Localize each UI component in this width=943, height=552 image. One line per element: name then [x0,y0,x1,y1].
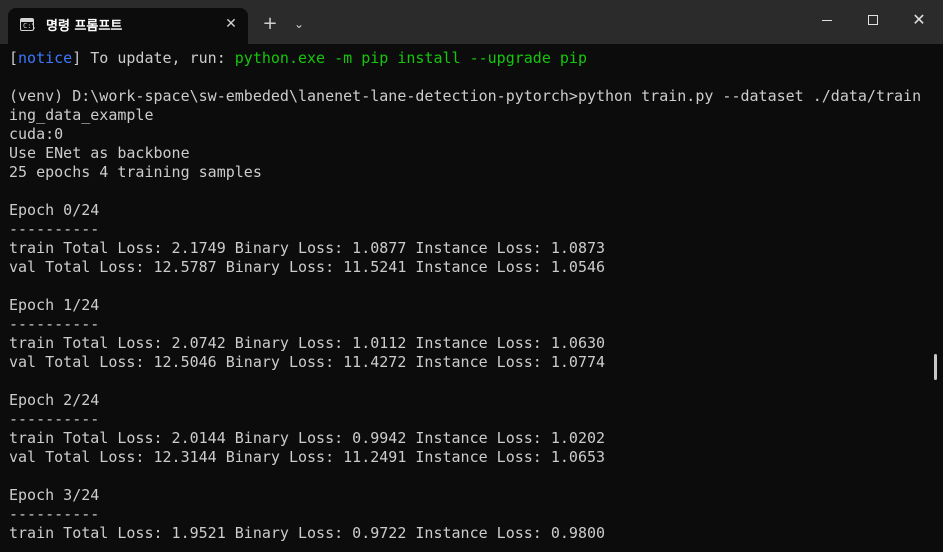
minimize-button[interactable] [804,0,850,40]
terminal-line: train Total Loss: 1.9521 Binary Loss: 0.… [9,524,606,542]
terminal-line: val Total Loss: 12.3144 Binary Loss: 11.… [9,448,606,466]
terminal-line: ---------- [9,315,100,333]
new-tab-button[interactable]: + [259,12,281,36]
terminal-line: Use ENet as backbone [9,144,190,162]
tab-close-icon[interactable]: ✕ [220,12,242,36]
terminal-output[interactable]: [notice] To update, run: python.exe -m p… [9,49,929,552]
title-bar: C:\ 명령 프롬프트 ✕ + ⌄ ✕ [0,0,943,44]
terminal-line: val Total Loss: 12.5046 Binary Loss: 11.… [9,353,606,371]
terminal-line: Epoch 2/24 [9,391,100,409]
maximize-icon [868,15,878,25]
chevron-down-icon[interactable]: ⌄ [289,12,309,36]
notice-text: To update, run: [81,49,235,67]
minimize-icon [822,20,832,21]
terminal-line: train Total Loss: 2.0742 Binary Loss: 1.… [9,334,606,352]
terminal-line: ---------- [9,410,100,428]
notice-tag: notice [18,49,73,67]
terminal-line: train Total Loss: 2.0144 Binary Loss: 0.… [9,429,606,447]
terminal-line: Epoch 1/24 [9,296,100,314]
terminal-line: 25 epochs 4 training samples [9,163,262,181]
terminal-line: val Total Loss: 12.5787 Binary Loss: 11.… [9,258,606,276]
terminal-lines: (venv) D:\work-space\sw-embeded\lanenet-… [9,68,929,543]
notice-line: [notice] To update, run: python.exe -m p… [9,49,929,68]
terminal-line: Epoch 3/24 [9,486,100,504]
notice-open-bracket: [ [9,49,19,67]
close-button[interactable]: ✕ [896,0,942,40]
terminal-line: (venv) D:\work-space\sw-embeded\lanenet-… [9,87,922,105]
close-icon: ✕ [912,10,926,29]
terminal-line: ing_data_example [9,106,154,124]
terminal-line: cuda:0 [9,125,64,143]
scrollbar-thumb[interactable] [934,354,937,380]
tab-command-prompt[interactable]: C:\ 명령 프롬프트 ✕ [8,8,248,44]
notice-close-bracket: ] [72,49,82,67]
terminal-line: Epoch 0/24 [9,201,100,219]
notice-command: python.exe -m pip install --upgrade pip [234,49,587,67]
terminal-line: ---------- [9,505,100,523]
terminal-line: ---------- [9,220,100,238]
terminal-line: train Total Loss: 2.1749 Binary Loss: 1.… [9,239,606,257]
tab-title: 명령 프롬프트 [46,19,123,34]
command-prompt-icon: C:\ [20,18,36,31]
maximize-button[interactable] [850,0,896,40]
icon-prompt-glyph: C:\ [23,22,36,30]
terminal-window: C:\ 명령 프롬프트 ✕ + ⌄ ✕ [notice] To update, … [0,0,943,552]
